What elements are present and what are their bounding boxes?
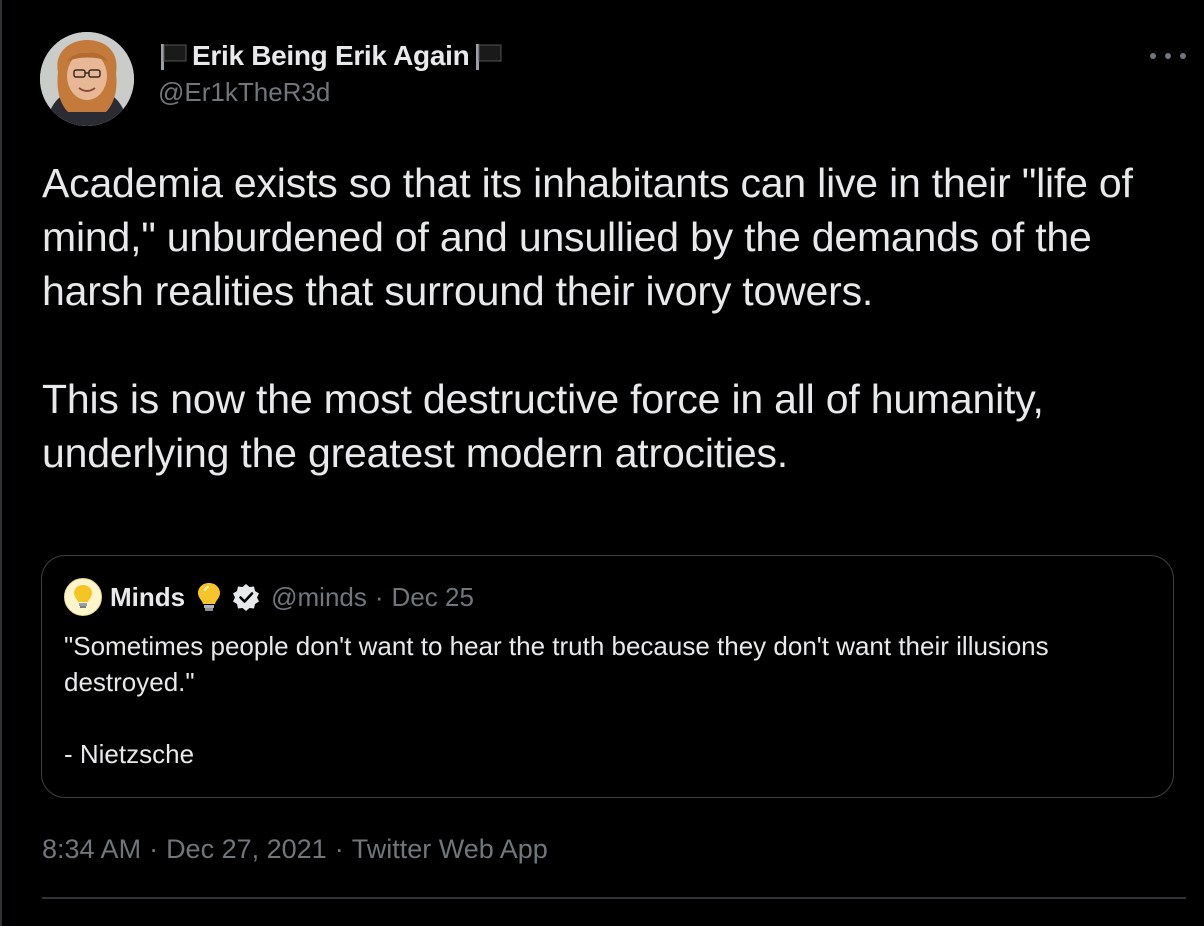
quoted-date[interactable]: Dec 25: [392, 582, 474, 613]
quoted-author-avatar[interactable]: [64, 578, 102, 616]
more-dot: [1165, 53, 1171, 59]
tweet-paragraph: Academia exists so that its inhabitants …: [42, 160, 1133, 314]
author-display-name: Erik Being Erik Again: [192, 40, 470, 71]
quoted-tweet-text: "Sometimes people don't want to hear the…: [64, 628, 1154, 772]
quoted-separator: ·: [374, 581, 384, 612]
black-flag-icon: [473, 41, 505, 71]
quoted-paragraph: "Sometimes people don't want to hear the…: [64, 631, 1049, 697]
black-flag-icon: [158, 41, 190, 71]
tweet: Erik Being Erik Again @Er1kTheR3d Academ…: [0, 0, 1204, 926]
tweet-source[interactable]: Twitter Web App: [352, 834, 548, 865]
quoted-tweet-card[interactable]: Minds @minds · Dec 25 "Sometimes people …: [41, 555, 1174, 798]
tweet-text: Academia exists so that its inhabitants …: [42, 156, 1172, 480]
meta-separator: ·: [334, 833, 344, 864]
more-options-icon[interactable]: [1150, 44, 1186, 68]
author-block: Erik Being Erik Again @Er1kTheR3d: [158, 38, 505, 108]
verified-badge-icon: [231, 582, 261, 612]
tweet-metadata: 8:34 AM · Dec 27, 2021 · Twitter Web App: [42, 830, 548, 868]
quoted-author-name: Minds: [110, 581, 186, 612]
display-name-row[interactable]: Erik Being Erik Again: [158, 38, 505, 74]
light-bulb-icon: [195, 581, 223, 613]
quoted-author-handle: @minds: [271, 581, 367, 612]
quoted-paragraph: - Nietzsche: [64, 739, 195, 769]
divider: [42, 897, 1186, 899]
tweet-time[interactable]: 8:34 AM: [42, 834, 141, 865]
author-handle[interactable]: @Er1kTheR3d: [158, 77, 505, 108]
more-dot: [1180, 53, 1186, 59]
more-dot: [1150, 53, 1156, 59]
author-avatar[interactable]: [40, 32, 134, 126]
meta-separator: ·: [149, 833, 159, 864]
tweet-paragraph: This is now the most destructive force i…: [42, 376, 1044, 476]
quoted-tweet-header: Minds @minds · Dec 25: [64, 578, 474, 616]
tweet-date[interactable]: Dec 27, 2021: [166, 834, 327, 865]
